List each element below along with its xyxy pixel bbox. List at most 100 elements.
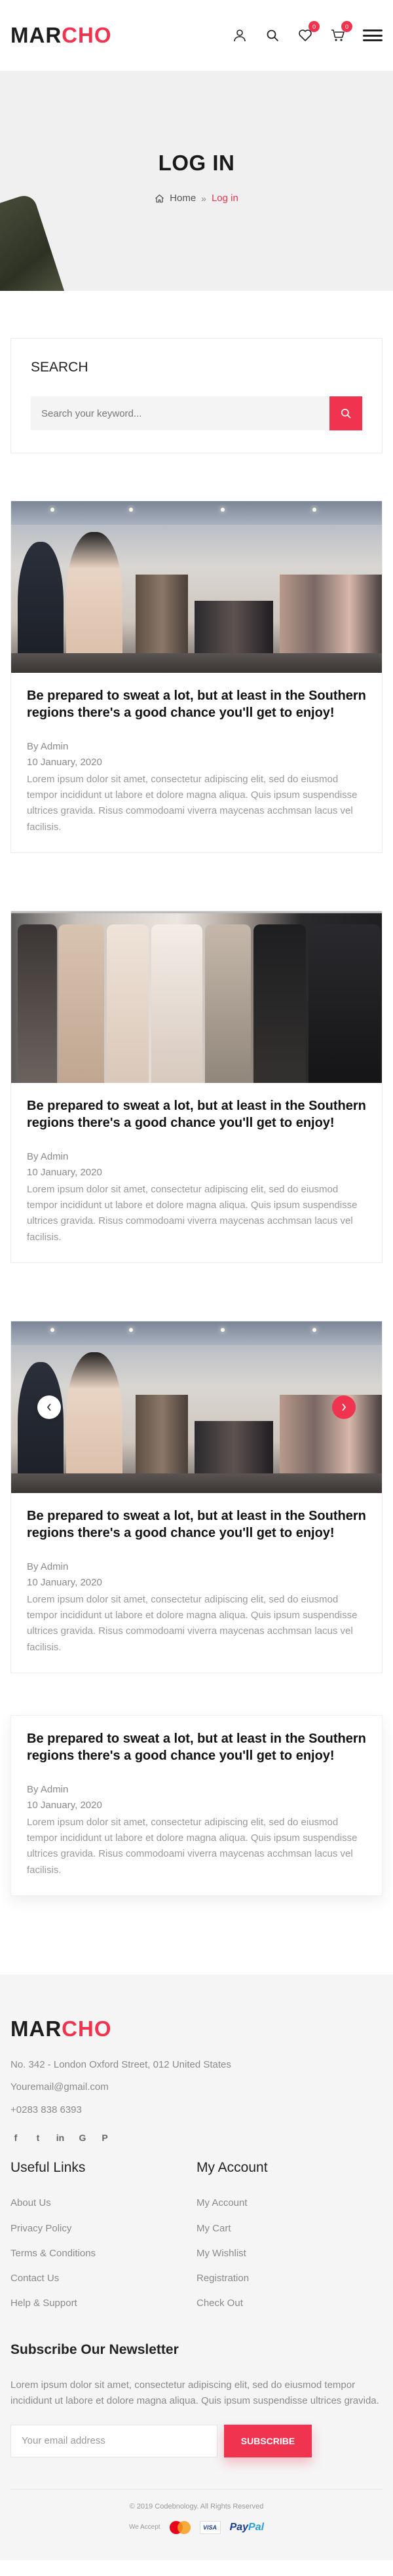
paypal-part-2: Pal [248, 2521, 265, 2533]
pinterest-icon[interactable]: P [100, 2132, 110, 2143]
page-banner: LOG IN Home » Log in [0, 71, 393, 291]
header-icons: 0 0 [232, 21, 383, 43]
search-form [31, 396, 362, 430]
useful-links-title: Useful Links [10, 2160, 86, 2176]
blog-post-card: Be prepared to sweat a lot, but at least… [10, 910, 383, 1263]
footer-link-registration[interactable]: Registration [196, 2272, 383, 2285]
search-widget-title: SEARCH [31, 360, 88, 375]
post-excerpt: Lorem ipsum dolor sit amet, consectetur … [27, 773, 358, 833]
post-image[interactable] [11, 501, 382, 673]
copyright: © 2019 Codebnology. All Rights Reserved [10, 2488, 383, 2510]
my-account-column: My Account My Account My Cart My Wishlis… [196, 2160, 383, 2322]
my-account-title: My Account [196, 2160, 268, 2176]
search-widget: SEARCH [10, 338, 383, 453]
hamburger-bar [363, 29, 383, 31]
newsletter-form: SUBSCRIBE [10, 2424, 383, 2457]
footer-link-about[interactable]: About Us [10, 2197, 196, 2210]
footer-phone[interactable]: +0283 838 6393 [10, 2101, 383, 2120]
footer-link-help[interactable]: Help & Support [10, 2297, 196, 2310]
post-title[interactable]: Be prepared to sweat a lot, but at least… [27, 1730, 366, 1765]
post-image[interactable] [11, 911, 382, 1083]
post-title[interactable]: Be prepared to sweat a lot, but at least… [27, 1097, 366, 1132]
post-excerpt: Lorem ipsum dolor sit amet, consectetur … [27, 1183, 358, 1243]
site-logo[interactable]: MARCHO [10, 23, 112, 48]
footer-link-my-account[interactable]: My Account [196, 2197, 383, 2210]
post-excerpt: Lorem ipsum dolor sit amet, consectetur … [27, 1593, 358, 1653]
post-author: By Admin [27, 1150, 69, 1162]
footer-logo-part-1: MAR [10, 2016, 62, 2041]
newsletter-email-input[interactable] [10, 2424, 217, 2457]
footer-address: No. 342 - London Oxford Street, 012 Unit… [10, 2058, 231, 2070]
blog-post-card: Be prepared to sweat a lot, but at least… [10, 501, 383, 853]
google-icon[interactable]: G [77, 2132, 88, 2143]
payment-methods: We Accept VISA PayPal [10, 2520, 383, 2534]
post-title[interactable]: Be prepared to sweat a lot, but at least… [27, 687, 366, 722]
chevron-right-icon [342, 1403, 346, 1411]
footer-logo[interactable]: MARCHO [10, 2017, 383, 2041]
blog-post-card: Be prepared to sweat a lot, but at least… [10, 1714, 383, 1896]
we-accept-label: We Accept [128, 2524, 160, 2531]
search-icon [341, 408, 351, 419]
search-input[interactable] [31, 396, 329, 430]
logo-part-1: MAR [10, 23, 62, 47]
page-title: LOG IN [158, 151, 235, 175]
mastercard-icon [169, 2520, 191, 2534]
cart-count-badge: 0 [341, 21, 352, 32]
footer-link-checkout[interactable]: Check Out [196, 2297, 383, 2310]
post-excerpt: Lorem ipsum dolor sit amet, consectetur … [27, 1816, 358, 1876]
breadcrumb: Home » Log in [0, 193, 393, 204]
hamburger-bar [363, 39, 383, 41]
search-icon[interactable] [265, 28, 280, 43]
post-image-slider[interactable] [11, 1321, 382, 1493]
site-header: MARCHO 0 0 [0, 0, 393, 71]
post-author: By Admin [27, 740, 69, 752]
wishlist-count-badge: 0 [309, 21, 320, 32]
hamburger-menu-icon[interactable] [363, 28, 383, 43]
footer-email[interactable]: Youremail@gmail.com [10, 2078, 383, 2097]
breadcrumb-home-link[interactable]: Home [170, 193, 196, 204]
post-body: Be prepared to sweat a lot, but at least… [11, 1716, 382, 1895]
post-date: 10 January, 2020 [27, 1166, 102, 1178]
footer-link-my-wishlist[interactable]: My Wishlist [196, 2247, 383, 2260]
post-title[interactable]: Be prepared to sweat a lot, but at least… [27, 1507, 366, 1542]
search-submit-button[interactable] [329, 396, 362, 430]
banner-jacket-image [0, 192, 69, 291]
footer-link-contact[interactable]: Contact Us [10, 2272, 196, 2285]
breadcrumb-current: Log in [211, 193, 238, 204]
slider-next-button[interactable] [332, 1395, 356, 1419]
footer-link-columns: Useful Links About Us Privacy Policy Ter… [10, 2160, 383, 2322]
wishlist-heart-icon[interactable]: 0 [297, 21, 320, 43]
facebook-icon[interactable]: f [10, 2132, 21, 2143]
user-icon[interactable] [232, 28, 248, 43]
post-author: By Admin [27, 1561, 69, 1572]
post-date: 10 January, 2020 [27, 1799, 102, 1811]
post-author: By Admin [27, 1783, 69, 1795]
paypal-part-1: Pay [229, 2521, 249, 2533]
logo-part-2: CHO [62, 23, 112, 47]
post-body: Be prepared to sweat a lot, but at least… [11, 1083, 382, 1262]
twitter-icon[interactable]: t [33, 2132, 43, 2143]
slider-prev-button[interactable] [37, 1395, 61, 1419]
social-links: f t in G P [10, 2132, 383, 2143]
post-date: 10 January, 2020 [27, 756, 102, 768]
post-date: 10 January, 2020 [27, 1576, 102, 1588]
cart-icon[interactable]: 0 [330, 21, 352, 43]
newsletter-title: Subscribe Our Newsletter [10, 2341, 179, 2357]
paypal-icon: PayPal [230, 2522, 264, 2533]
chevron-left-icon [47, 1403, 51, 1411]
visa-icon: VISA [199, 2520, 221, 2534]
footer-link-terms[interactable]: Terms & Conditions [10, 2247, 196, 2260]
subscribe-button[interactable]: SUBSCRIBE [224, 2424, 312, 2457]
newsletter-text: Lorem ipsum dolor sit amet, consectetur … [10, 2379, 379, 2406]
site-footer: MARCHO No. 342 - London Oxford Street, 0… [0, 1974, 393, 2560]
home-icon [155, 194, 164, 202]
useful-links-column: Useful Links About Us Privacy Policy Ter… [10, 2160, 196, 2322]
footer-link-my-cart[interactable]: My Cart [196, 2222, 383, 2235]
footer-link-privacy[interactable]: Privacy Policy [10, 2222, 196, 2235]
breadcrumb-separator: » [201, 193, 206, 204]
post-body: Be prepared to sweat a lot, but at least… [11, 1493, 382, 1673]
linkedin-icon[interactable]: in [55, 2132, 66, 2143]
footer-logo-part-2: CHO [62, 2016, 112, 2041]
hamburger-bar [363, 34, 383, 37]
blog-post-card: Be prepared to sweat a lot, but at least… [10, 1320, 383, 1673]
